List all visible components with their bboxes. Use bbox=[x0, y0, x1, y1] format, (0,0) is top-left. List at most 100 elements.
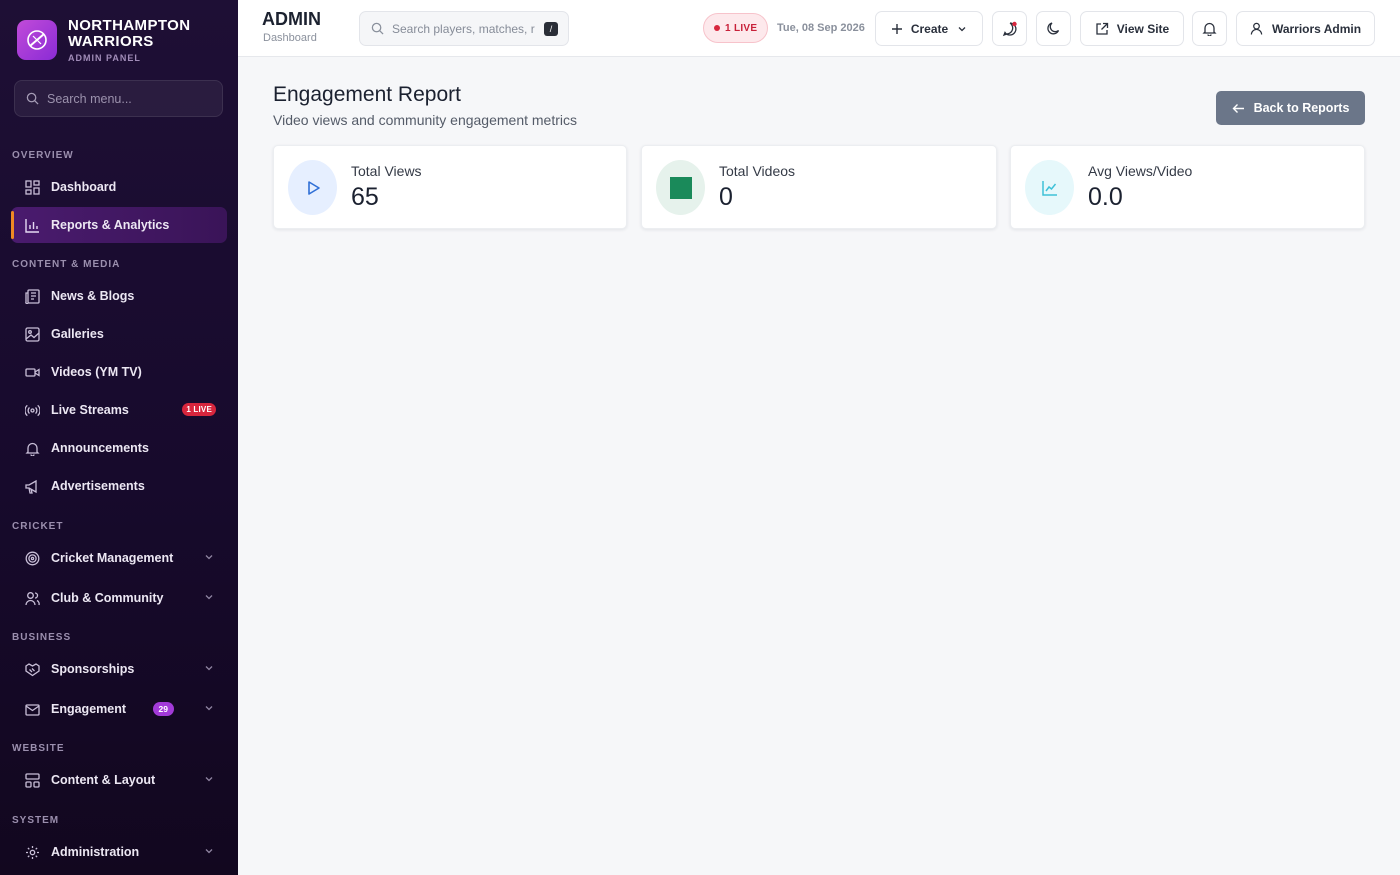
brand-subtitle: ADMIN PANEL bbox=[68, 52, 141, 63]
header-date: Tue, 08 Sep 2026 bbox=[777, 22, 865, 34]
page-description: Video views and community engagement met… bbox=[273, 112, 578, 128]
sidebar-item-label: Cricket Management bbox=[51, 551, 174, 565]
moon-icon bbox=[1047, 22, 1060, 35]
gear-icon bbox=[24, 844, 40, 860]
sidebar-item-label: News & Blogs bbox=[51, 289, 135, 303]
chevron-down-icon bbox=[205, 595, 213, 600]
grid-icon bbox=[24, 179, 40, 195]
sidebar-item-live-streams[interactable]: Live Streams 1 LIVE bbox=[11, 392, 227, 428]
bell-icon bbox=[24, 440, 40, 456]
stat-label: Total Views bbox=[351, 163, 422, 179]
sidebar-item-reports[interactable]: Reports & Analytics bbox=[11, 207, 227, 243]
view-site-button[interactable]: View Site bbox=[1080, 11, 1184, 46]
club-logo-icon bbox=[17, 20, 57, 60]
sidebar-item-label: Administration bbox=[51, 845, 140, 859]
video-camera-icon bbox=[24, 364, 40, 380]
sidebar-item-announcements[interactable]: Announcements bbox=[11, 430, 227, 466]
sidebar-item-label: Videos (YM TV) bbox=[51, 365, 142, 379]
header-breadcrumb[interactable]: Dashboard bbox=[263, 32, 317, 44]
sidebar-item-news[interactable]: News & Blogs bbox=[11, 278, 227, 314]
user-menu-button[interactable]: Warriors Admin bbox=[1236, 11, 1375, 46]
line-chart-icon bbox=[1025, 160, 1074, 215]
section-website: WEBSITE bbox=[12, 743, 65, 754]
sidebar-item-administration[interactable]: Administration bbox=[11, 834, 227, 870]
sidebar-search-input[interactable]: Search menu... bbox=[14, 80, 223, 117]
sidebar-item-sponsorships[interactable]: Sponsorships bbox=[11, 651, 227, 687]
chevron-down-icon bbox=[958, 26, 966, 31]
users-icon bbox=[24, 590, 40, 606]
plus-icon bbox=[891, 23, 902, 34]
target-icon bbox=[24, 550, 40, 566]
stat-card-total-views: Total Views 65 bbox=[273, 145, 627, 229]
image-icon bbox=[24, 326, 40, 342]
sidebar-item-label: Dashboard bbox=[51, 180, 117, 194]
create-button[interactable]: Create bbox=[875, 11, 983, 46]
live-dot-icon bbox=[714, 25, 720, 31]
sidebar: NORTHAMPTON WARRIORS ADMIN PANEL Search … bbox=[0, 0, 238, 875]
stat-value: 0 bbox=[719, 183, 733, 211]
brand[interactable]: NORTHAMPTON WARRIORS ADMIN PANEL bbox=[0, 0, 238, 80]
square-icon bbox=[656, 160, 705, 215]
sidebar-item-label: Engagement bbox=[51, 702, 127, 716]
global-search-placeholder: Search players, matches, r bbox=[392, 21, 535, 36]
brand-name-line2: WARRIORS bbox=[68, 32, 154, 50]
section-system: SYSTEM bbox=[12, 815, 60, 826]
live-status-pill[interactable]: 1 LIVE bbox=[703, 13, 769, 43]
stat-label: Total Videos bbox=[719, 163, 796, 179]
section-cricket: CRICKET bbox=[12, 521, 64, 532]
sidebar-item-label: Advertisements bbox=[51, 479, 145, 493]
user-name-label: Warriors Admin bbox=[1271, 21, 1362, 36]
search-shortcut-key: / bbox=[544, 21, 558, 36]
notifications-button[interactable] bbox=[1192, 11, 1227, 46]
stat-value: 0.0 bbox=[1088, 183, 1123, 211]
top-header: ADMIN Dashboard Search players, matches,… bbox=[238, 0, 1400, 57]
search-icon bbox=[26, 92, 39, 105]
sidebar-item-label: Announcements bbox=[51, 441, 149, 455]
mail-icon bbox=[24, 701, 40, 717]
chevron-down-icon bbox=[205, 706, 213, 711]
stat-card-total-videos: Total Videos 0 bbox=[641, 145, 997, 229]
chevron-down-icon bbox=[205, 555, 213, 560]
sidebar-item-label: Live Streams bbox=[51, 403, 129, 417]
bell-icon bbox=[1202, 22, 1217, 36]
global-search-input[interactable]: Search players, matches, r / bbox=[359, 11, 569, 46]
engagement-count-badge: 29 bbox=[152, 702, 174, 716]
back-to-reports-button[interactable]: Back to Reports bbox=[1216, 91, 1365, 125]
sidebar-search-placeholder: Search menu... bbox=[47, 91, 132, 106]
chevron-down-icon bbox=[205, 666, 213, 671]
bar-chart-icon bbox=[24, 217, 40, 233]
sidebar-item-club-community[interactable]: Club & Community bbox=[11, 580, 227, 616]
layout-icon bbox=[24, 772, 40, 788]
sidebar-item-videos[interactable]: Videos (YM TV) bbox=[11, 354, 227, 390]
chevron-down-icon bbox=[205, 849, 213, 854]
sidebar-item-advertisements[interactable]: Advertisements bbox=[11, 468, 227, 504]
sidebar-item-cricket-management[interactable]: Cricket Management bbox=[11, 540, 227, 576]
page-title: Engagement Report bbox=[273, 83, 461, 106]
sidebar-item-content-layout[interactable]: Content & Layout bbox=[11, 762, 227, 798]
sidebar-item-label: Club & Community bbox=[51, 591, 164, 605]
messages-button[interactable] bbox=[992, 11, 1027, 46]
sidebar-item-engagement[interactable]: Engagement 29 bbox=[11, 691, 227, 727]
arrow-left-icon bbox=[1232, 103, 1244, 113]
sidebar-item-label: Reports & Analytics bbox=[51, 218, 170, 232]
search-icon bbox=[371, 22, 384, 35]
create-button-label: Create bbox=[910, 21, 949, 36]
header-title: ADMIN bbox=[262, 9, 321, 29]
brand-name-line1: NORTHAMPTON bbox=[68, 16, 191, 34]
live-status-label: 1 LIVE bbox=[725, 22, 758, 34]
section-content-media: CONTENT & MEDIA bbox=[12, 259, 121, 270]
broadcast-icon bbox=[24, 402, 40, 418]
stat-value: 65 bbox=[351, 183, 379, 211]
chevron-down-icon bbox=[205, 777, 213, 782]
sidebar-item-galleries[interactable]: Galleries bbox=[11, 316, 227, 352]
sidebar-item-dashboard[interactable]: Dashboard bbox=[11, 169, 227, 205]
section-overview: OVERVIEW bbox=[12, 150, 74, 161]
back-to-reports-label: Back to Reports bbox=[1253, 101, 1350, 115]
stat-card-avg-views: Avg Views/Video 0.0 bbox=[1010, 145, 1365, 229]
view-site-label: View Site bbox=[1116, 21, 1170, 36]
sidebar-item-label: Content & Layout bbox=[51, 773, 156, 787]
live-badge: 1 LIVE bbox=[182, 403, 216, 416]
handshake-icon bbox=[24, 661, 40, 677]
user-icon bbox=[1250, 22, 1263, 35]
dark-mode-toggle[interactable] bbox=[1036, 11, 1071, 46]
